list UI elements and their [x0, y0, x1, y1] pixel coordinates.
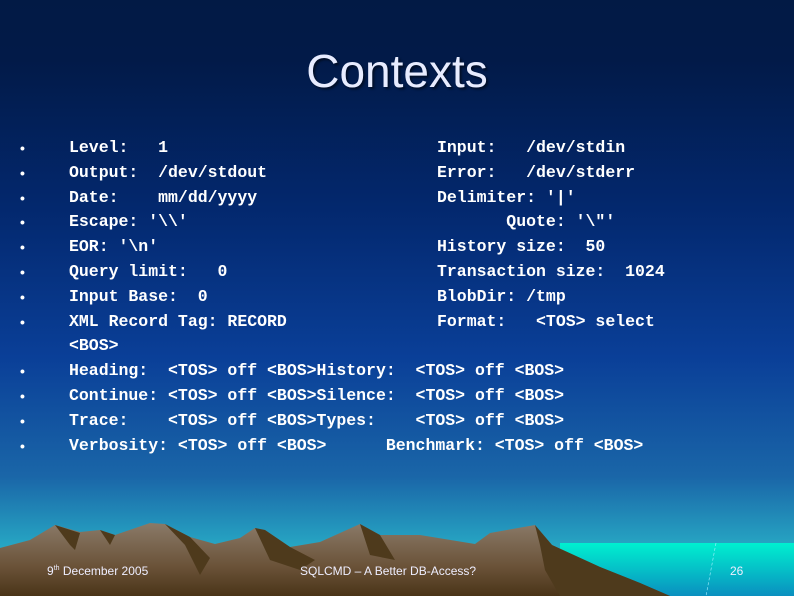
setting-text: Escape: '\\' [69, 212, 188, 232]
bullet-icon: • [20, 140, 25, 156]
bullet-item: • Heading: <TOS> off <BOS>History: <TOS> … [20, 359, 790, 384]
bullet-item: • Trace: <TOS> off <BOS>Types: <TOS> off … [20, 409, 790, 434]
bullet-icon: • [20, 263, 25, 280]
slide: Contexts • Level: 1 Input: /dev/stdin • Out… [0, 0, 794, 596]
setting-text: Verbosity: <TOS> off <BOS> Benchmark: <T… [69, 435, 644, 455]
setting-text: Error: /dev/stderr [437, 162, 636, 182]
setting-text: Query limit: 0 [69, 261, 228, 281]
setting-text: BlobDir: /tmp [437, 286, 566, 306]
setting-text: Date: mm/dd/yyyy [69, 187, 258, 207]
bullet-item: • Input Base: 0 BlobDir: /tmp [20, 285, 790, 310]
footer-date: 9th December 2005 [47, 564, 148, 578]
bullet-icon: • [20, 189, 25, 206]
bullet-icon: • [20, 387, 25, 404]
setting-text: Output: /dev/stdout [69, 162, 268, 182]
setting-text: Quote: '\"' [437, 212, 616, 232]
bullet-icon: • [20, 214, 25, 231]
slide-title: Contexts [306, 45, 488, 97]
date-day: 9 [47, 564, 54, 578]
setting-text: Heading: <TOS> off <BOS>History: <TOS> o… [69, 361, 565, 381]
bullet-icon: • [20, 363, 25, 380]
bullet-icon: • [20, 437, 25, 454]
date-rest: December 2005 [59, 564, 149, 578]
bullet-icon: • [20, 239, 25, 256]
bullet-icon: • [20, 412, 25, 429]
bullet-item: • XML Record Tag: RECORD Format: <TOS> sel… [20, 310, 790, 335]
slide-body: • Level: 1 Input: /dev/stdin • Output: /dev… [20, 136, 790, 458]
bullet-item: • Query limit: 0 Transaction size: 1024 [20, 260, 790, 285]
bullet-item: • Verbosity: <TOS> off <BOS> Benchmark: <… [20, 434, 790, 459]
bullet-item: • EOR: '\n' History size: 50 [20, 235, 790, 260]
setting-text: EOR: '\n' [69, 237, 159, 257]
bullet-icon: • [20, 288, 25, 305]
setting-text: Transaction size: 1024 [437, 261, 665, 281]
page-number: 26 [730, 564, 744, 578]
setting-text: Level: 1 [69, 138, 169, 157]
setting-text: Input Base: 0 [69, 286, 208, 306]
setting-text: Delimiter: '|' [437, 187, 576, 207]
wrap-line: <BOS> [20, 334, 790, 359]
bullet-icon: • [20, 164, 25, 181]
setting-text: <BOS> [69, 336, 119, 356]
bullet-item: • Date: mm/dd/yyyy Delimiter: '|' [20, 186, 790, 211]
bullet-item: • Level: 1 Input: /dev/stdin [20, 136, 790, 161]
bullet-item: • Escape: '\\' Quote: '\"' [20, 210, 790, 235]
setting-text: Format: <TOS> select [437, 311, 655, 331]
bullet-item: • Continue: <TOS> off <BOS>Silence: <TOS>… [20, 384, 790, 409]
footer-title: SQLCMD – A Better DB-Access? [300, 564, 477, 578]
setting-text: XML Record Tag: RECORD [69, 311, 287, 331]
setting-text: Trace: <TOS> off <BOS>Types: <TOS> off <… [69, 410, 565, 430]
bullet-item: • Output: /dev/stdout Error: /dev/stderr [20, 161, 790, 186]
bullet-icon: • [20, 313, 25, 330]
setting-text: History size: 50 [437, 237, 606, 257]
setting-text: Continue: <TOS> off <BOS>Silence: <TOS> … [69, 385, 565, 405]
setting-text: Input: /dev/stdin [437, 138, 626, 157]
